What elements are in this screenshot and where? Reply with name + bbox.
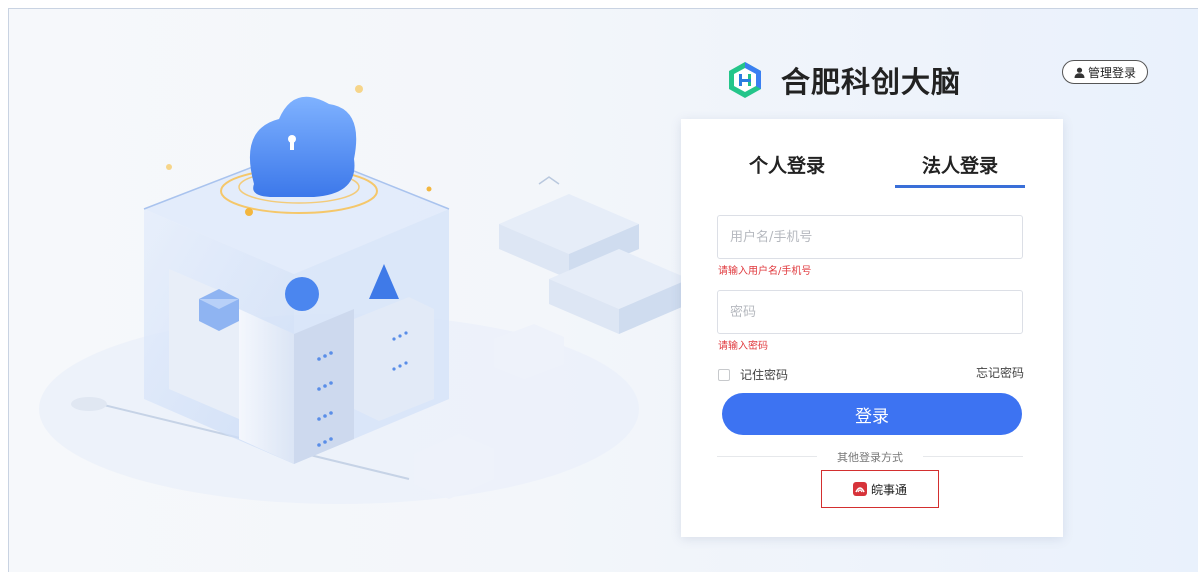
tab-legal-login[interactable]: 法人登录: [895, 151, 1025, 188]
user-icon: [1074, 67, 1085, 78]
password-error: 请输入密码: [718, 341, 768, 352]
login-button[interactable]: 登录: [722, 393, 1022, 435]
username-input[interactable]: [717, 215, 1023, 259]
remember-label: 记住密码: [740, 368, 789, 382]
server-cloud-illustration: [39, 85, 689, 504]
tab-personal-login[interactable]: 个人登录: [744, 151, 830, 185]
wanshitong-label: 皖事通: [870, 482, 907, 497]
login-tabs: 个人登录 法人登录: [681, 151, 1063, 188]
admin-login-button[interactable]: 管理登录: [1062, 60, 1148, 84]
password-input[interactable]: [717, 290, 1023, 334]
remember-checkbox[interactable]: [718, 368, 730, 381]
username-error: 请输入用户名/手机号: [718, 266, 812, 277]
other-login-methods: 其他登录方式: [717, 449, 1023, 465]
wanshitong-icon: [852, 482, 867, 496]
divider-right: [923, 456, 1023, 457]
forgot-password-link[interactable]: 忘记密码: [976, 364, 1024, 381]
wanshitong-login-button[interactable]: 皖事通: [821, 470, 939, 508]
admin-login-label: 管理登录: [1087, 65, 1136, 80]
hf-logo-icon: [729, 62, 761, 98]
brand: 合肥科创大脑: [725, 59, 961, 101]
brand-name: 合肥科创大脑: [781, 65, 962, 99]
login-card: 个人登录 法人登录 请输入用户名/手机号 请输入密码 记住密码 忘记密码 登录 …: [681, 119, 1063, 537]
remember-password[interactable]: 记住密码: [718, 366, 788, 383]
other-login-label: 其他登录方式: [837, 451, 903, 464]
page-frame: 合肥科创大脑 管理登录 个人登录 法人登录 请输入用户名/手机号 请输入密码 记…: [8, 8, 1198, 572]
